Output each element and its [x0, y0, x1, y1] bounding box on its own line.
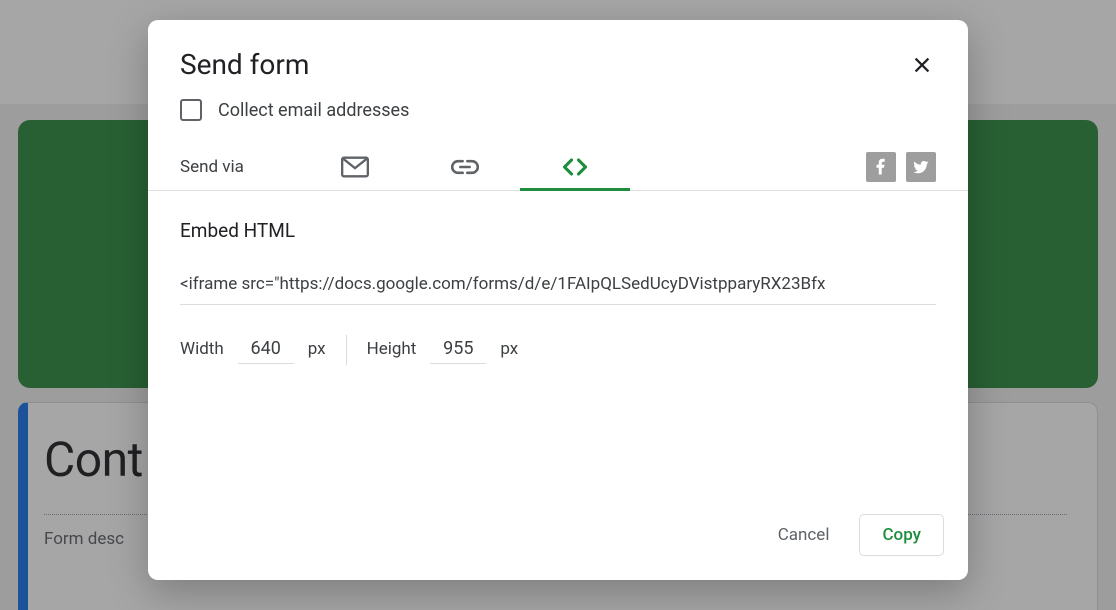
email-icon — [341, 156, 369, 178]
twitter-icon — [912, 158, 930, 176]
width-input[interactable] — [238, 336, 294, 364]
height-group: Height px — [367, 336, 519, 364]
copy-button[interactable]: Copy — [859, 514, 944, 556]
share-facebook-button[interactable] — [866, 152, 896, 182]
dimension-divider — [346, 335, 347, 365]
tab-link[interactable] — [410, 143, 520, 190]
embed-section-title: Embed HTML — [180, 219, 936, 242]
tab-email[interactable] — [300, 143, 410, 190]
collect-email-checkbox[interactable] — [180, 99, 202, 121]
embed-code-field[interactable] — [180, 270, 936, 305]
social-share — [866, 152, 936, 182]
width-unit: px — [308, 339, 326, 359]
dialog-header: Send form — [148, 20, 968, 99]
close-button[interactable] — [908, 51, 936, 79]
collect-email-row: Collect email addresses — [148, 99, 968, 143]
height-unit: px — [500, 339, 518, 359]
collect-email-label: Collect email addresses — [218, 100, 409, 121]
send-via-row: Send via — [148, 143, 968, 191]
dialog-body: Embed HTML Width px Height px — [148, 191, 968, 514]
height-input[interactable] — [430, 336, 486, 364]
tab-embed[interactable] — [520, 143, 630, 190]
width-group: Width px — [180, 336, 326, 364]
dimensions-row: Width px Height px — [180, 335, 936, 365]
width-label: Width — [180, 339, 224, 359]
facebook-icon — [872, 158, 890, 176]
link-icon — [451, 156, 479, 178]
height-label: Height — [367, 339, 417, 359]
send-via-label: Send via — [180, 157, 300, 177]
dialog-footer: Cancel Copy — [148, 514, 968, 580]
close-icon — [911, 54, 933, 76]
send-via-tabs — [300, 143, 630, 190]
send-form-dialog: Send form Collect email addresses Send v… — [148, 20, 968, 580]
dialog-title: Send form — [180, 48, 309, 81]
embed-icon — [561, 156, 589, 178]
cancel-button[interactable]: Cancel — [762, 515, 846, 555]
share-twitter-button[interactable] — [906, 152, 936, 182]
